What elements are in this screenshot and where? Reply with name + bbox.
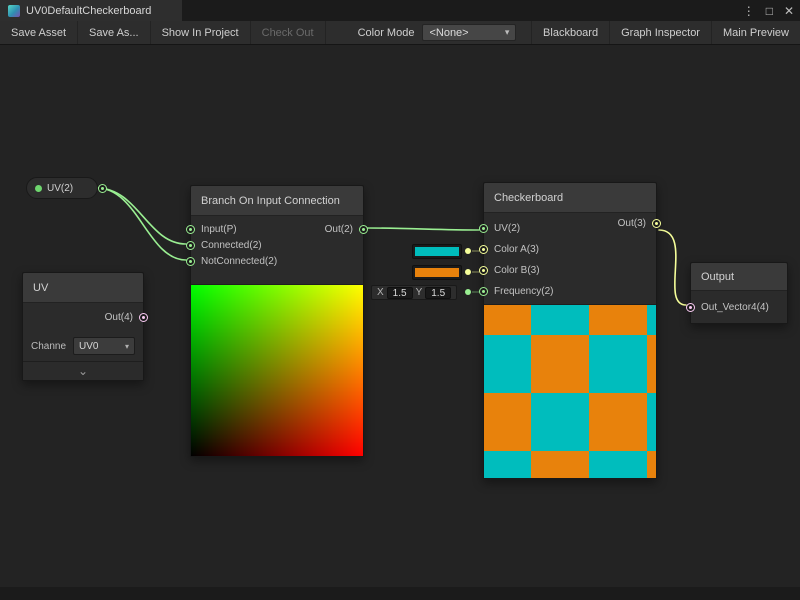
port-label: Color A(3) [494,244,539,255]
kebab-menu-icon[interactable]: ⋮ [743,5,755,17]
channel-dropdown[interactable]: UV0 ▾ [73,337,135,355]
port-row-out-vector4: Out_Vector4(4) [691,291,787,323]
node-title: Branch On Input Connection [191,186,363,216]
maximize-icon[interactable]: □ [766,5,773,17]
port-output-out-vector4[interactable] [686,303,695,312]
tab-shadergraph[interactable]: UV0DefaultCheckerboard [0,0,182,21]
graph-inspector-toggle-button[interactable]: Graph Inspector [609,21,711,44]
canvas-bottom-edge [0,587,800,600]
branch-node-preview [191,284,363,456]
port-row-input: Input(P) [191,221,277,237]
frequency-y-label: Y [416,287,423,298]
port-checkerboard-color-a[interactable] [479,245,488,254]
node-checkerboard[interactable]: Checkerboard UV(2) Color A(3) Color B(3)… [483,182,657,479]
port-row-out: Out(3) [618,218,656,229]
frequency-x-label: X [377,287,384,298]
port-branch-out[interactable] [359,225,368,234]
channel-label: Channe [31,341,69,352]
frequency-connector-dot [465,289,471,295]
port-branch-input[interactable] [186,225,195,234]
blackboard-toggle-button[interactable]: Blackboard [531,21,609,44]
save-asset-button[interactable]: Save Asset [0,21,78,44]
frequency-y-input[interactable]: 1.5 [425,287,451,299]
port-label: Frequency(2) [494,286,553,297]
node-branch-on-input-connection[interactable]: Branch On Input Connection Input(P) Conn… [190,185,364,457]
port-checkerboard-color-b[interactable] [479,266,488,275]
color-b-swatch [415,268,459,277]
node-title: UV [23,273,143,303]
port-label: Out_Vector4(4) [701,302,769,313]
property-pill-label: UV(2) [47,183,73,194]
color-a-swatch [415,247,459,256]
save-as-button[interactable]: Save As... [78,21,151,44]
node-title: Output [691,263,787,291]
color-a-connector-dot [465,248,471,254]
channel-value: UV0 [79,341,98,352]
chevron-down-icon: ▾ [505,27,510,38]
port-uv-property-out[interactable] [98,184,107,193]
node-uv-property-pill[interactable]: UV(2) [26,177,98,199]
uv-channel-row: Channe UV0 ▾ [23,331,143,361]
node-collapse-bar[interactable]: ⌄ [23,361,143,380]
branch-node-body: Input(P) Connected(2) NotConnected(2) Ou… [191,216,363,284]
check-out-button: Check Out [251,21,326,44]
port-label: Input(P) [201,224,237,235]
port-label: Out(3) [618,218,646,229]
port-branch-notconnected[interactable] [186,257,195,266]
color-a-field[interactable] [412,244,462,259]
port-label: Connected(2) [201,240,262,251]
port-row-connected: Connected(2) [191,237,277,253]
chevron-down-icon: ▾ [125,342,129,351]
node-output[interactable]: Output Out_Vector4(4) [690,262,788,324]
port-row-out: Out(4) [23,303,143,331]
main-preview-toggle-button[interactable]: Main Preview [711,21,800,44]
port-label: Out(2) [325,224,353,235]
toolbar-right-group: Blackboard Graph Inspector Main Preview [531,21,800,44]
port-uv-out[interactable] [139,313,148,322]
port-row-color-a: Color A(3) [484,239,553,260]
tab-title: UV0DefaultCheckerboard [26,5,151,17]
color-mode-value: <None> [429,27,468,39]
port-checkerboard-frequency[interactable] [479,287,488,296]
port-label: NotConnected(2) [201,256,277,267]
frequency-field: X 1.5 Y 1.5 [371,285,457,300]
show-in-project-button[interactable]: Show In Project [151,21,251,44]
port-label: Out(4) [105,312,133,323]
color-b-connector-dot [465,269,471,275]
port-label: UV(2) [494,223,520,234]
port-row-uv: UV(2) [484,218,553,239]
exposed-property-dot-icon [35,185,42,192]
port-row-color-b: Color B(3) [484,260,553,281]
frequency-x-input[interactable]: 1.5 [387,287,413,299]
port-branch-connected[interactable] [186,241,195,250]
port-label: Color B(3) [494,265,540,276]
port-row-notconnected: NotConnected(2) [191,253,277,269]
color-mode-dropdown[interactable]: <None> ▾ [422,24,516,41]
window-controls: ⋮ □ ✕ [743,0,794,21]
window-titlebar: UV0DefaultCheckerboard ⋮ □ ✕ [0,0,800,21]
port-row-out: Out(2) [325,221,363,237]
node-title: Checkerboard [484,183,656,213]
shader-graph-icon [8,5,20,17]
color-mode-label: Color Mode [358,21,423,44]
checkerboard-node-preview [484,304,656,478]
port-checkerboard-out[interactable] [652,219,661,228]
collapse-chevron-icon: ⌄ [78,366,88,376]
color-b-field[interactable] [412,265,462,280]
close-icon[interactable]: ✕ [784,5,794,17]
shadergraph-toolbar: Save Asset Save As... Show In Project Ch… [0,21,800,45]
node-uv[interactable]: UV Out(4) Channe UV0 ▾ ⌄ [22,272,144,381]
port-checkerboard-uv[interactable] [479,224,488,233]
port-row-frequency: Frequency(2) [484,281,553,302]
